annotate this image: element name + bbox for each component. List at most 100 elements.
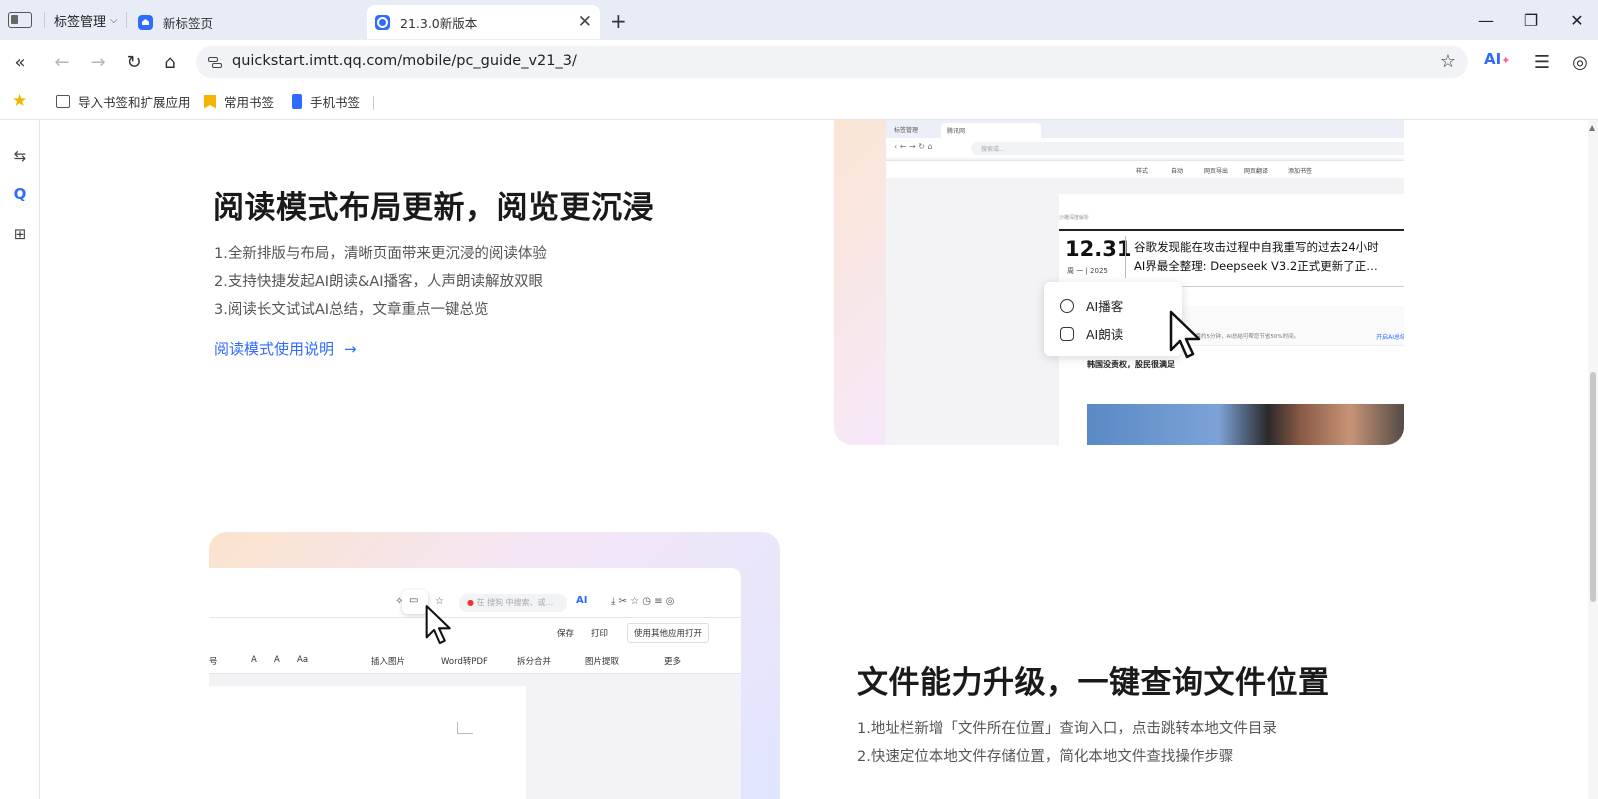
close-icon[interactable]: ✕ — [578, 12, 592, 32]
screenshot-document — [209, 686, 526, 799]
toolbar-item: 网页翻译 — [1244, 168, 1269, 175]
bookmark-star-icon[interactable]: ★ — [12, 91, 27, 111]
tab-label: 新标签页 — [163, 15, 214, 31]
profile-icon[interactable]: ◎ — [1568, 50, 1592, 74]
bookmark-mobile[interactable]: 手机书签 — [292, 92, 360, 111]
feature-bullet: 1.地址栏新增「文件所在位置」查询入口，点击跳转本地文件目录 — [857, 721, 1277, 737]
article-headline: 谷歌发现能在攻击过程中自我重写的过去24小时 — [1134, 240, 1379, 254]
screenshot-edit-toolbar: 号 A A Aa 插入图片 Word转PDF 拆分合并 图片提取 更多 — [209, 646, 741, 674]
ai-assistant-button[interactable]: AI✦ — [1484, 50, 1510, 68]
bookmark-import[interactable]: 导入书签和扩展应用 — [56, 92, 191, 111]
new-tab-button[interactable]: + — [610, 9, 627, 33]
sliders-icon[interactable]: ⇆ — [10, 146, 30, 166]
collapse-sidebar-icon[interactable]: « — [8, 50, 32, 74]
minimize-button[interactable]: — — [1471, 8, 1501, 32]
url-text[interactable]: quickstart.imtt.qq.com/mobile/pc_guide_v… — [232, 53, 577, 69]
toolbar-item: 图片提取 — [585, 657, 620, 667]
headphones-icon — [1060, 326, 1074, 341]
reading-mode-help-link[interactable]: 阅读模式使用说明 → — [214, 338, 357, 359]
file-location-screenshot: ✧ ▭ ☆ ● 在 搜狗 中搜索、或... AI ⤓ ✂ ☆ ◷ ≡ ◎ 保存 … — [209, 532, 780, 799]
article-tag: 沙雕深度解析 — [1059, 215, 1090, 221]
screenshot-search-placeholder: 在 搜狗 中搜索、或... — [476, 598, 554, 607]
reload-button[interactable]: ↻ — [122, 50, 146, 74]
add-panel-icon[interactable]: ⊞ — [10, 224, 30, 244]
home-icon — [138, 14, 153, 30]
ai-bar-link: 开启AI总结 — [1376, 334, 1404, 341]
address-bar[interactable]: quickstart.imtt.qq.com/mobile/pc_guide_v… — [196, 46, 1468, 78]
toolbar-item: 插入图片 — [371, 657, 406, 667]
tab-group-button[interactable]: 标签管理 ⌵ — [54, 10, 118, 30]
podcast-icon — [1060, 298, 1074, 313]
toolbar-item: Aa — [297, 655, 309, 665]
toolbar-item: 更多 — [664, 657, 682, 667]
star-icon[interactable]: ☆ — [1440, 51, 1456, 72]
home-button[interactable]: ⌂ — [158, 50, 182, 74]
screenshot-window: ✧ ▭ ☆ ● 在 搜狗 中搜索、或... AI ⤓ ✂ ☆ ◷ ≡ ◎ 保存 … — [209, 568, 741, 799]
sidebar-toggle-icon[interactable] — [8, 12, 32, 28]
folder-icon: ▭ — [409, 595, 419, 606]
divider — [373, 96, 374, 110]
title-bar: 标签管理 ⌵ 新标签页 21.3.0新版本 ✕ + — ❐ ✕ — [0, 0, 1598, 40]
article-date-box: 12.31 周 一 | 2025 谷歌发现能在攻击过程中自我重写的过去24小时 … — [1059, 229, 1404, 287]
screenshot-tab-group: 标签管理 — [894, 127, 919, 134]
tab-label: 21.3.0新版本 — [400, 15, 478, 31]
reading-list-icon[interactable]: ☰ — [1530, 50, 1554, 74]
tab-active[interactable]: 21.3.0新版本 ✕ — [367, 5, 600, 39]
bookmark-favorites[interactable]: 常用书签 — [204, 92, 274, 111]
forward-button[interactable]: → — [86, 50, 110, 74]
tab-group-label: 标签管理 — [54, 14, 107, 30]
screenshot-tab: 腾讯网 — [941, 123, 1041, 138]
toolbar-item: Word转PDF — [441, 657, 488, 667]
scroll-up-icon[interactable]: ▲ — [1589, 123, 1595, 132]
reading-mode-screenshot: 标签管理 腾讯网 ‹ ← → ↻ ⌂ 搜索或... 样式 自动 网页导出 网页翻… — [834, 120, 1404, 445]
divider — [1125, 236, 1126, 278]
screenshot-navbar: ✧ ▭ ☆ ● 在 搜狗 中搜索、或... AI ⤓ ✂ ☆ ◷ ≡ ◎ — [209, 568, 741, 618]
bookmarks-bar: ★ 导入书签和扩展应用 常用书签 手机书签 — [0, 84, 1598, 120]
bookmark-folder-icon — [204, 94, 216, 109]
toolbar-item: 保存 — [557, 629, 575, 639]
screenshot-tab-label: 腾讯网 — [947, 128, 966, 135]
qq-browser-icon — [375, 14, 390, 30]
navigation-bar: « ← → ↻ ⌂ quickstart.imtt.qq.com/mobile/… — [0, 40, 1598, 84]
screenshot-reader-toolbar: 样式 自动 网页导出 网页翻译 添加书签 — [886, 160, 1404, 178]
toolbar-item: 网页导出 — [1204, 168, 1229, 175]
toolbar-item: A — [274, 655, 280, 665]
feature-bullet: 1.全新排版与布局，清晰页面带来更沉浸的阅读体验 — [214, 246, 547, 262]
section-title: 阅读模式布局更新，阅览更沉浸 — [213, 190, 654, 226]
back-button[interactable]: ← — [50, 50, 74, 74]
page-scrollbar[interactable]: ▲ — [1588, 120, 1598, 799]
section-title: 文件能力升级，一键查询文件位置 — [857, 665, 1330, 701]
article-headline: AI界最全整理: Deepseek V3.2正式更新了正… — [1134, 259, 1378, 273]
scrollbar-thumb[interactable] — [1590, 372, 1596, 602]
sogou-icon: ● — [467, 598, 474, 607]
ai-label: AI — [1484, 50, 1502, 68]
arrow-right-icon: → — [344, 339, 357, 358]
divider — [44, 12, 45, 28]
toolbar-item: 添加书签 — [1288, 168, 1313, 175]
screenshot-ai-label: AI — [576, 595, 588, 606]
page-corner — [457, 722, 473, 734]
article-week: 周 一 | 2025 — [1067, 267, 1108, 275]
screenshot-pdf-toolbar: 保存 打印 使用其他应用打开 — [209, 618, 741, 646]
web-page: 阅读模式布局更新，阅览更沉浸 1.全新排版与布局，清晰页面带来更沉浸的阅读体验 … — [41, 120, 1588, 799]
screenshot-navbar: ‹ ← → ↻ ⌂ 搜索或... — [886, 138, 1404, 158]
toolbar-item: A — [251, 655, 257, 665]
restore-button[interactable]: ❐ — [1516, 8, 1546, 32]
toolbar-item: 自动 — [1171, 168, 1184, 175]
article-date: 12.31 — [1065, 237, 1132, 261]
ai-voice-popup: AI播客 AI朗读 — [1044, 282, 1182, 356]
site-settings-icon[interactable] — [208, 55, 222, 69]
article-subtitle: 韩国没责权，股民很满足 — [1087, 360, 1175, 369]
tab-new-tab[interactable]: 新标签页 — [138, 5, 358, 39]
import-icon — [56, 95, 70, 108]
screenshot-tabstrip: 标签管理 腾讯网 — [886, 120, 1404, 138]
bookmark-label: 常用书签 — [224, 95, 275, 110]
ai-read-aloud-item: AI朗读 — [1060, 324, 1123, 343]
qq-search-icon[interactable]: Q — [10, 184, 30, 204]
popup-label: AI播客 — [1086, 299, 1124, 314]
ai-podcast-item: AI播客 — [1060, 296, 1123, 315]
close-window-button[interactable]: ✕ — [1562, 8, 1592, 32]
screenshot-toolbar-icons: ⤓ ✂ ☆ ◷ ≡ ◎ — [611, 596, 675, 607]
divider — [126, 12, 127, 28]
popup-label: AI朗读 — [1086, 327, 1124, 342]
